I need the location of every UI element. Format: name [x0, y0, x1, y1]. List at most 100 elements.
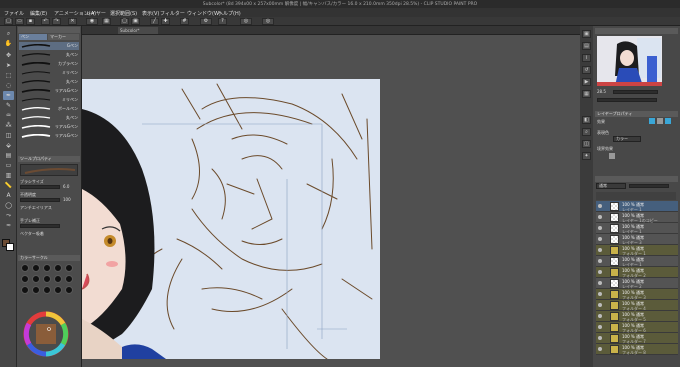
brush-item-milli-2[interactable]: ミリペン — [19, 96, 79, 104]
settings-icon[interactable]: ⚙ — [200, 18, 212, 25]
balloon-tool-icon[interactable]: ◯ — [3, 201, 14, 210]
layer-row[interactable]: 100 % 通常 レイヤー 1 — [596, 223, 678, 234]
fill-tool-icon[interactable]: ⬙ — [3, 141, 14, 150]
auto-action-icon[interactable]: ▶ — [582, 78, 591, 86]
menu-file[interactable]: ファイル — [4, 10, 24, 17]
eye-icon[interactable] — [598, 237, 602, 241]
layer-row[interactable]: 100 % 通常 レイヤー 3 — [596, 234, 678, 245]
figure-tool-icon[interactable]: ▭ — [3, 161, 14, 170]
navigator-preview[interactable] — [597, 36, 662, 86]
eye-icon[interactable] — [598, 347, 602, 351]
rotate-slider[interactable] — [597, 98, 657, 102]
eye-icon[interactable] — [598, 226, 602, 230]
deselect-icon[interactable]: ▢ — [120, 18, 129, 25]
brush-tip-swatch[interactable] — [54, 275, 62, 283]
eye-icon[interactable] — [598, 259, 602, 263]
folder-row[interactable]: 100 % 通常 フォルダー 6 — [596, 322, 678, 333]
gradient-tool-icon[interactable]: ▤ — [3, 151, 14, 160]
material-icon[interactable]: ✦ — [582, 152, 591, 160]
brush-item-real-gpen-3[interactable]: リアルGペン — [19, 132, 79, 140]
tab-marker[interactable]: マーカー — [48, 34, 79, 40]
blend-tool-icon[interactable]: ≈ — [3, 221, 14, 230]
brush-tip-swatch[interactable] — [32, 275, 40, 283]
eye-icon[interactable] — [598, 314, 602, 318]
invert-selection-icon[interactable]: ▣ — [131, 18, 140, 25]
zoom-slider[interactable] — [613, 90, 658, 94]
brush-tool-icon[interactable]: ♒ — [3, 111, 14, 120]
brush-item-maru-3[interactable]: 丸ペン — [19, 114, 79, 122]
brush-tip-swatch[interactable] — [43, 264, 51, 272]
folder-row[interactable]: 100 % 通常 フォルダー 1 — [596, 245, 678, 256]
menu-window[interactable]: ウィンドウ(W) — [187, 10, 221, 17]
brush-tip-swatch[interactable] — [43, 286, 51, 294]
text-tool-icon[interactable]: A — [3, 191, 14, 200]
blend-mode-select[interactable]: 通常 — [596, 183, 626, 189]
brush-item-maru-2[interactable]: 丸ペン — [19, 78, 79, 86]
brush-tip-swatch[interactable] — [21, 286, 29, 294]
selection-tool-icon[interactable]: ⬚ — [3, 71, 14, 80]
help-icon[interactable]: ? — [218, 18, 227, 25]
redo-icon[interactable]: ↷ — [52, 18, 61, 25]
brush-tip-swatch[interactable] — [65, 275, 73, 283]
pencil-tool-icon[interactable]: ✎ — [3, 101, 14, 110]
brush-tip-swatch[interactable] — [65, 264, 73, 272]
layer-row[interactable]: 100 % 通常 レイヤー 1 — [596, 256, 678, 267]
view-icon[interactable]: ◉ — [86, 18, 98, 25]
stabilization-slider[interactable] — [20, 224, 60, 228]
eye-icon[interactable] — [598, 303, 602, 307]
eye-icon[interactable] — [598, 281, 602, 285]
airbrush-tool-icon[interactable]: ⁂ — [3, 121, 14, 130]
menu-layer[interactable]: レイヤー — [86, 10, 106, 17]
eye-icon[interactable] — [598, 292, 602, 296]
folder-row[interactable]: 100 % 通常 フォルダー 5 — [596, 311, 678, 322]
transform-icon[interactable]: ▦ — [102, 18, 111, 25]
layer-search-icon[interactable]: ⌕ — [582, 128, 591, 136]
open-file-icon[interactable]: ▭ — [15, 18, 24, 25]
layer-row[interactable]: 100 % 通常 レイヤー 2 — [596, 278, 678, 289]
brush-tip-swatch[interactable] — [54, 264, 62, 272]
sub-color-swatch[interactable] — [6, 243, 14, 251]
brush-item-gpen[interactable]: Gペン — [19, 42, 79, 50]
menu-selection[interactable]: 選択範囲(S) — [110, 10, 137, 17]
snap-icon[interactable]: ✚ — [161, 18, 170, 25]
info-icon[interactable]: i — [582, 54, 591, 62]
brush-tip-swatch[interactable] — [32, 286, 40, 294]
effect-icon[interactable] — [657, 118, 663, 124]
frame-tool-icon[interactable]: ▥ — [3, 171, 14, 180]
eraser-tool-icon[interactable]: ◫ — [3, 131, 14, 140]
brush-tip-swatch[interactable] — [32, 264, 40, 272]
brush-item-maru[interactable]: 丸ペン — [19, 51, 79, 59]
menu-view[interactable]: 表示(V) — [142, 10, 159, 17]
layer-row[interactable]: 100 % 通常 レイヤー 1のコピー — [596, 212, 678, 223]
eye-icon[interactable] — [598, 336, 602, 340]
layer-property-icon[interactable]: ◧ — [582, 116, 591, 124]
undo-icon[interactable]: ↶ — [41, 18, 50, 25]
move-tool-icon[interactable]: ✥ — [3, 51, 14, 60]
tab-pen[interactable]: ペン — [19, 34, 47, 40]
grid-icon[interactable]: # — [180, 18, 189, 25]
expression-color-select[interactable]: カラー — [613, 136, 641, 142]
opacity-slider[interactable] — [20, 198, 60, 202]
brush-tip-swatch[interactable] — [21, 264, 29, 272]
operation-tool-icon[interactable]: ➤ — [3, 61, 14, 70]
folder-row[interactable]: 100 % 通常 フォルダー 8 — [596, 344, 678, 355]
item-bank-icon[interactable]: ▦ — [582, 90, 591, 98]
lasso-tool-icon[interactable]: ◌ — [3, 81, 14, 90]
history-icon[interactable]: ↺ — [582, 66, 591, 74]
ruler-icon[interactable]: ╱ — [150, 18, 159, 25]
layer-opacity-slider[interactable] — [629, 184, 669, 188]
pen-tool-icon[interactable]: ✒ — [3, 91, 14, 100]
folder-row[interactable]: 100 % 通常 フォルダー 2 — [596, 267, 678, 278]
animation-icon[interactable]: ◫ — [582, 140, 591, 148]
folder-row[interactable]: 100 % 通常 フォルダー 4 — [596, 300, 678, 311]
navigator-icon[interactable]: ▣ — [582, 30, 591, 38]
brush-tip-swatch[interactable] — [54, 286, 62, 294]
hand-tool-icon[interactable]: ✋ — [3, 39, 14, 48]
eye-icon[interactable] — [598, 248, 602, 252]
camera-icon[interactable]: ◎ — [262, 18, 274, 25]
eye-icon[interactable] — [598, 270, 602, 274]
sub-view-icon[interactable]: ▤ — [582, 42, 591, 50]
document-tab[interactable]: Subcolor* — [118, 27, 158, 34]
brush-tip-swatch[interactable] — [65, 286, 73, 294]
menu-edit[interactable]: 編集(E) — [30, 10, 47, 17]
